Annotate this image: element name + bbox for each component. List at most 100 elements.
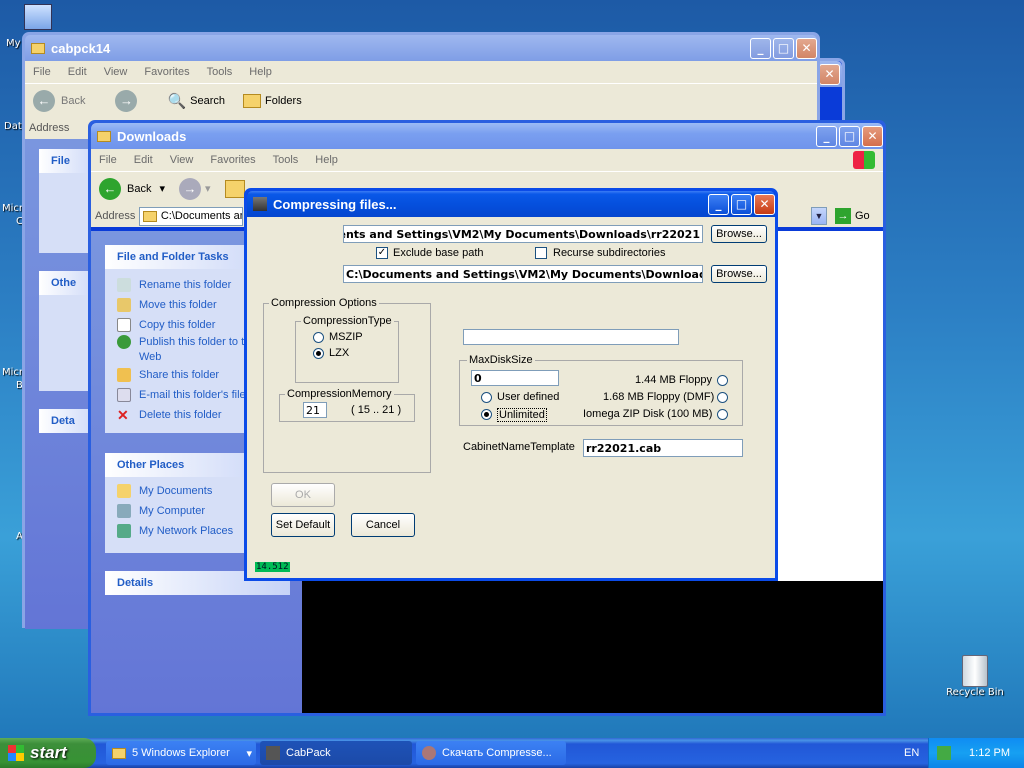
move-icon: [117, 298, 131, 312]
address-label: Address: [29, 122, 70, 134]
floppy-144-label: 1.44 MB Floppy: [635, 374, 713, 386]
menu-file[interactable]: File: [33, 66, 51, 78]
email-icon: [117, 388, 131, 402]
browse-source-button[interactable]: Browse...: [711, 225, 767, 243]
menu-bar: File Edit View Favorites Tools Help: [25, 61, 817, 83]
taskbar-item-label: 5 Windows Explorer: [132, 747, 230, 759]
menu-help[interactable]: Help: [315, 154, 338, 166]
compression-memory-input[interactable]: 21: [303, 402, 327, 418]
exclude-base-path-checkbox[interactable]: ✓: [376, 247, 388, 259]
forward-arrow-icon[interactable]: →: [115, 89, 138, 112]
menu-file[interactable]: File: [99, 154, 117, 166]
lzx-label: LZX: [329, 347, 350, 359]
unnamed-input[interactable]: [463, 329, 679, 345]
recycle-bin-label: Recycle Bin: [946, 687, 1004, 698]
memory-range-label: ( 15 .. 21 ): [351, 404, 402, 416]
maximize-icon[interactable]: □: [773, 37, 794, 59]
folders-button[interactable]: Folders: [265, 95, 302, 107]
rename-icon: [117, 278, 131, 292]
dropdown-arrow-icon[interactable]: ▾: [159, 182, 165, 195]
share-icon: [117, 368, 131, 382]
minimize-icon[interactable]: _: [816, 125, 837, 147]
set-default-button[interactable]: Set Default: [271, 513, 335, 537]
minimize-icon[interactable]: _: [750, 37, 771, 59]
cabinet-name-template-input[interactable]: rr22021.cab: [583, 439, 743, 457]
address-dropdown-icon[interactable]: ▼: [811, 207, 827, 225]
taskbar-item-label: CabPack: [286, 747, 331, 759]
go-button[interactable]: Go: [855, 210, 870, 222]
network-tray-icon[interactable]: [937, 746, 952, 760]
menu-view[interactable]: View: [104, 66, 128, 78]
menu-tools[interactable]: Tools: [273, 154, 299, 166]
taskbar-item-browser[interactable]: Скачать Compresse...: [416, 741, 566, 765]
compression-type-label: CompressionType: [301, 315, 394, 327]
menu-view[interactable]: View: [170, 154, 194, 166]
user-defined-radio[interactable]: [481, 392, 492, 403]
start-button[interactable]: start: [0, 738, 96, 768]
maxdisksize-input[interactable]: 0: [471, 370, 559, 386]
app-icon: [253, 197, 267, 211]
clock: 1:12 PM: [969, 747, 1010, 759]
cancel-button[interactable]: Cancel: [351, 513, 415, 537]
menu-tools[interactable]: Tools: [207, 66, 233, 78]
delete-x-icon: ✕: [117, 406, 129, 423]
mszip-radio[interactable]: [313, 332, 324, 343]
close-icon[interactable]: ✕: [796, 37, 817, 59]
folders-icon[interactable]: [243, 93, 262, 108]
dialog-body: cuments and Settings\VM2\My Documents\Do…: [247, 217, 775, 578]
language-indicator[interactable]: EN: [904, 747, 919, 759]
search-icon[interactable]: 🔍: [167, 92, 186, 110]
back-arrow-icon[interactable]: ←: [33, 89, 55, 112]
go-arrow-icon[interactable]: →: [835, 208, 851, 224]
menu-favorites[interactable]: Favorites: [144, 66, 189, 78]
folder-icon: [97, 130, 111, 142]
copy-icon: [117, 318, 131, 332]
close-icon[interactable]: ✕: [754, 193, 775, 215]
back-arrow-icon[interactable]: ←: [99, 177, 121, 200]
minimize-icon[interactable]: _: [708, 193, 729, 215]
zip-disk-radio[interactable]: [717, 409, 728, 420]
maximize-icon[interactable]: □: [839, 125, 860, 147]
floppy-144-radio[interactable]: [717, 375, 728, 386]
unlimited-radio[interactable]: [481, 409, 492, 420]
close-icon[interactable]: ✕: [862, 125, 883, 147]
menu-edit[interactable]: Edit: [134, 154, 153, 166]
computer-icon: [24, 4, 52, 30]
menu-help[interactable]: Help: [249, 66, 272, 78]
maximize-icon[interactable]: □: [731, 193, 752, 215]
mszip-label: MSZIP: [329, 331, 363, 343]
computer-icon: [117, 504, 131, 518]
forward-arrow-icon[interactable]: →: [179, 177, 201, 200]
desktop-icon-recycle-bin[interactable]: Recycle Bin: [944, 655, 1006, 698]
compression-memory-label: CompressionMemory: [285, 388, 394, 400]
floppy-168-radio[interactable]: [717, 392, 728, 403]
address-input[interactable]: C:\Documents an: [139, 206, 244, 226]
destination-path-field[interactable]: C:\Documents and Settings\VM2\My Documen…: [343, 265, 703, 283]
menu-edit[interactable]: Edit: [68, 66, 87, 78]
menu-favorites[interactable]: Favorites: [210, 154, 255, 166]
back-button[interactable]: Back: [127, 183, 151, 195]
search-button[interactable]: Search: [190, 95, 225, 107]
taskbar-item-explorer[interactable]: 5 Windows Explorer ▾: [106, 741, 256, 765]
source-path-field[interactable]: cuments and Settings\VM2\My Documents\Do…: [343, 225, 703, 243]
desktop-icon-my-documents[interactable]: My: [4, 4, 52, 49]
dropdown-arrow-icon[interactable]: ▾: [205, 182, 211, 195]
menu-bar: File Edit View Favorites Tools Help: [91, 149, 883, 171]
windows-logo-icon: [853, 151, 875, 169]
desktop-icon-label: My: [6, 38, 21, 49]
lzx-radio[interactable]: [313, 348, 324, 359]
browse-destination-button[interactable]: Browse...: [711, 265, 767, 283]
window-title: Downloads: [117, 128, 187, 144]
maxdisksize-label: MaxDiskSize: [467, 354, 535, 366]
zip-disk-label: Iomega ZIP Disk (100 MB): [583, 408, 713, 420]
compress-dialog[interactable]: Compressing files... _ □ ✕ cuments and S…: [244, 188, 778, 581]
up-folder-icon[interactable]: [224, 179, 245, 198]
recurse-subdirectories-checkbox[interactable]: [535, 247, 547, 259]
back-button-label[interactable]: Back: [61, 95, 85, 107]
ok-button[interactable]: OK: [271, 483, 335, 507]
browser-icon: [422, 746, 436, 760]
taskbar-item-cabpack[interactable]: CabPack: [260, 741, 412, 765]
user-defined-label: User defined: [497, 391, 560, 403]
app-icon: [266, 746, 280, 760]
close-icon[interactable]: ✕: [819, 63, 840, 85]
